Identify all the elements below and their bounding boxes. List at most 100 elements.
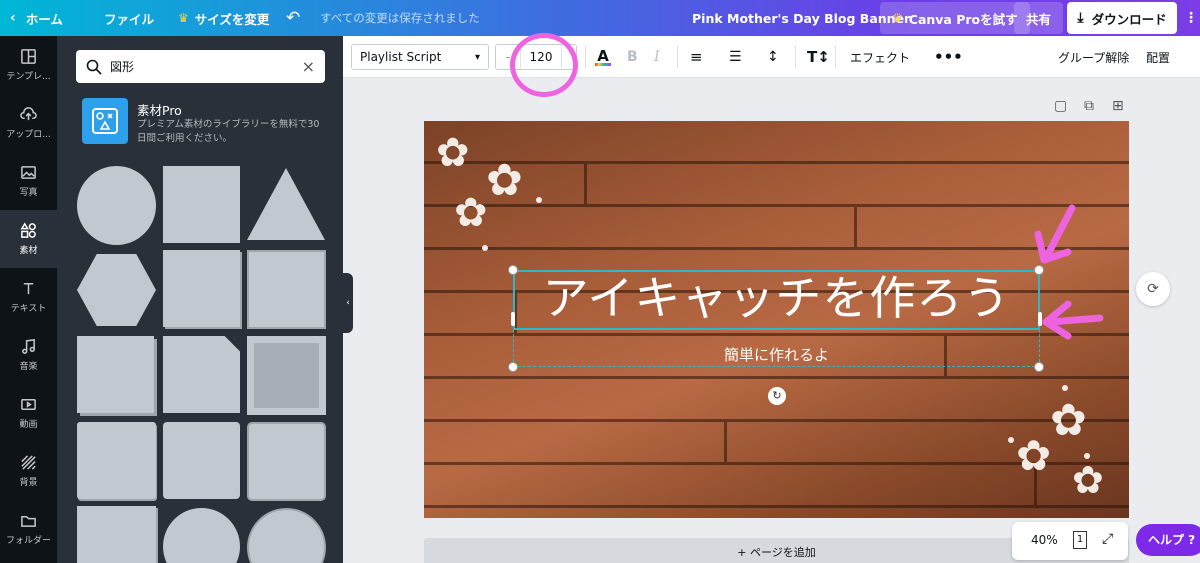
headline-text[interactable]: アイキャッチを作ろう [513,268,1040,328]
shape-hexagon[interactable] [77,254,156,326]
text-color-button[interactable]: A [595,36,611,78]
template-icon [21,49,36,64]
shape-circle[interactable] [77,166,156,245]
left-rail: テンプレ... アップロ... 写真 素材 テキスト 音楽 動画 背景 フォルダ… [0,36,57,563]
annotation-circle [510,33,578,97]
shape-rounded-square-border[interactable] [247,422,326,501]
align-center-icon[interactable]: ≡ [690,36,703,78]
flower-decoration: ✿ [1072,458,1104,502]
dot-decoration [1008,437,1014,443]
arrange-button[interactable]: 配置 [1146,36,1170,78]
rail-item-music[interactable]: 音楽 [0,326,57,384]
shape-square-3d[interactable] [77,336,154,413]
side-handle-left[interactable] [511,312,515,326]
resize-handle-top-left[interactable] [508,265,518,275]
shape-circle-border-partial[interactable] [247,508,326,563]
plank-seam [724,422,727,462]
elements-pro-icon [82,98,128,144]
crown-icon: ♛ [178,11,189,25]
subtitle-text[interactable]: 簡単に作れるよ [513,344,1040,365]
home-button[interactable]: ‹ ホーム [10,0,63,36]
chevron-down-icon: ▾ [474,51,480,63]
share-button[interactable]: 共有 [1014,2,1064,34]
shape-square-rough[interactable] [77,422,156,499]
text-color-icon: A [597,46,609,65]
duplicate-page-icon[interactable]: ⧉ [1084,98,1094,114]
resize-handle-bottom-right[interactable] [1034,362,1044,372]
more-icon[interactable]: ••• [934,36,963,78]
divider [677,46,678,68]
bold-button[interactable]: B [627,36,638,78]
dot-decoration [482,245,488,251]
shape-square-partial[interactable] [77,506,156,563]
undo-icon[interactable]: ↶ [286,0,300,36]
pro-title: 素材Pro [137,103,182,118]
flower-decoration: ✿ [436,130,470,176]
search-icon [86,59,102,75]
music-icon [22,339,35,354]
search-value[interactable]: 図形 [110,58,302,75]
spacing-icon[interactable]: ↕ [767,36,779,78]
shape-square[interactable] [163,166,240,243]
plank-seam [854,207,857,247]
shape-folded-corner[interactable] [163,336,240,413]
shape-framed-square[interactable] [247,336,326,415]
collapse-panel-button[interactable]: ‹ [343,273,353,333]
file-menu-button[interactable]: ファイル [104,0,154,36]
rail-item-elements[interactable]: 素材 [0,210,57,268]
video-icon [21,399,36,410]
ungroup-button[interactable]: グループ解除 [1058,36,1129,78]
crown-icon: ♛ [892,11,903,25]
rail-item-folder[interactable]: フォルダー [0,500,57,558]
rotate-icon[interactable]: ↻ [768,387,786,405]
help-button[interactable]: ヘルプ ? [1136,524,1200,556]
flower-decoration: ✿ [1050,395,1087,446]
shape-square-border[interactable] [247,250,326,329]
resize-button[interactable]: ♛ サイズを変更 [178,0,269,36]
comment-icon[interactable]: ⟳ [1136,272,1170,306]
upload-icon [20,107,37,121]
page-note-icon[interactable]: ▢ [1054,98,1067,114]
elements-pro-promo[interactable]: 素材Pro プレミアム素材のライブラリーを無料で30日間ご利用ください。 [82,98,328,148]
text-icon [23,283,34,295]
add-page-icon[interactable]: ⊞ [1112,98,1124,114]
flower-decoration: ✿ [454,190,488,236]
color-bar [595,62,611,66]
folder-icon [21,515,36,527]
italic-button[interactable]: I [654,36,660,78]
rail-item-background[interactable]: 背景 [0,442,57,500]
plank-seam [584,164,587,204]
text-transform-icon[interactable]: T↕ [807,36,830,78]
photo-icon [21,166,36,179]
rail-item-photos[interactable]: 写真 [0,152,57,210]
divider [835,46,836,68]
effects-button[interactable]: エフェクト [850,36,910,78]
download-button[interactable]: ⤓ ダウンロード [1067,2,1177,34]
elements-icon [20,222,36,238]
top-bar: ‹ ホーム ファイル ♛ サイズを変更 ↶ すべての変更は保存されました Pin… [0,0,1200,36]
search-input[interactable]: 図形 × [76,50,325,83]
shape-triangle[interactable] [247,168,325,240]
more-options-icon[interactable]: ⋮ [1184,0,1198,36]
elements-panel: 図形 × 素材Pro プレミアム素材のライブラリーを無料で30日間ご利用ください… [57,36,343,563]
try-pro-button[interactable]: ♛ Canva Proを試す [880,2,1030,34]
chevron-left-icon: ‹ [10,10,16,26]
resize-handle-bottom-left[interactable] [508,362,518,372]
shape-rounded-square[interactable] [163,422,240,499]
list-icon[interactable]: ☰ [729,36,742,78]
rail-item-video[interactable]: 動画 [0,384,57,442]
rail-item-text[interactable]: テキスト [0,268,57,326]
annotation-arrows [1034,204,1104,340]
background-icon [21,455,36,470]
document-title[interactable]: Pink Mother's Day Blog Banner [692,0,910,36]
zoom-controls: 40% 1 ⤢ [1012,522,1128,560]
fullscreen-icon[interactable]: ⤢ [1102,531,1113,547]
shape-square-shadow[interactable] [163,250,240,327]
clear-search-icon[interactable]: × [302,57,315,76]
font-family-select[interactable]: Playlist Script ▾ [351,44,489,70]
rail-item-uploads[interactable]: アップロ... [0,94,57,152]
page-count-icon[interactable]: 1 [1073,531,1087,549]
zoom-level[interactable]: 40% [1031,533,1058,547]
shape-circle-partial[interactable] [163,508,240,563]
rail-item-templates[interactable]: テンプレ... [0,36,57,94]
